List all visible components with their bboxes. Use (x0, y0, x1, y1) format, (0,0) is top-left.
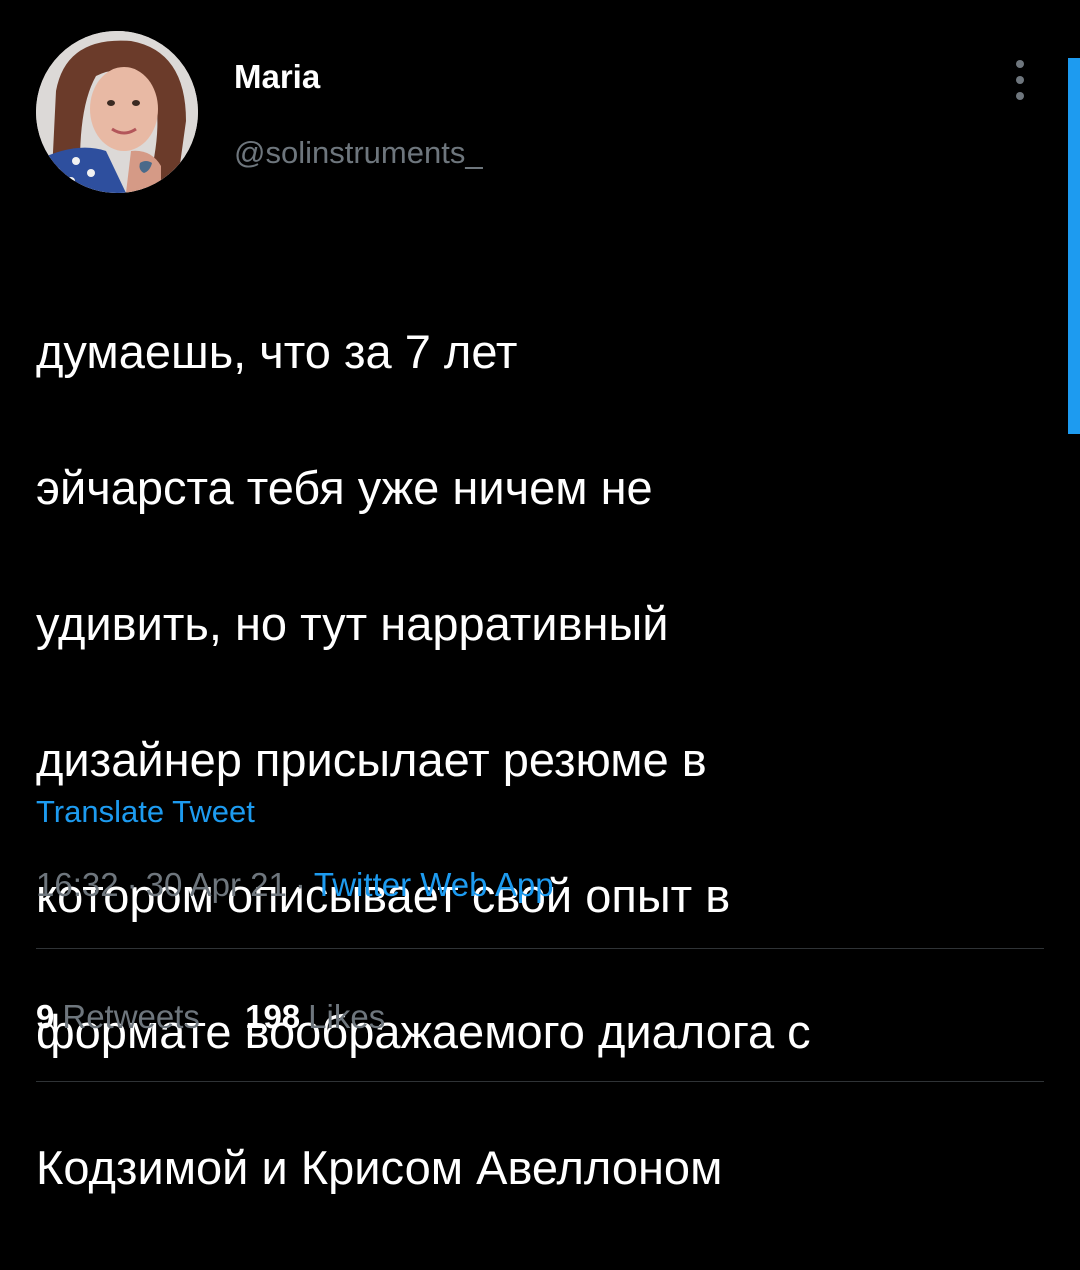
tweet-meta: 16:32 · 30 Apr 21 · Twitter Web App (36, 866, 554, 904)
more-options-button[interactable] (1006, 58, 1034, 102)
avatar-photo (36, 31, 198, 193)
retweets-stat[interactable]: 9 Retweets (36, 998, 200, 1036)
avatar[interactable] (36, 31, 198, 193)
tweet-stats: 9 Retweets 198 Likes (36, 998, 421, 1036)
tweet-text-line: думаешь, что за 7 лет (36, 325, 518, 378)
retweets-count: 9 (36, 998, 55, 1035)
tweet-text-line: эйчарста тебя уже ничем не (36, 461, 653, 514)
meta-separator: · (294, 866, 306, 903)
likes-stat[interactable]: 198 Likes (245, 998, 385, 1036)
author-handle[interactable]: @solinstruments_ (234, 135, 483, 171)
meta-separator: · (126, 866, 138, 903)
tweet-text-line: Кодзимой и Крисом Авеллоном (36, 1141, 723, 1194)
likes-count: 198 (245, 998, 301, 1035)
scrollbar[interactable] (1068, 58, 1080, 434)
tweet-source-link[interactable]: Twitter Web App (314, 866, 554, 903)
divider (36, 948, 1044, 949)
tweet-time[interactable]: 16:32 (36, 866, 119, 903)
more-vertical-icon (1016, 60, 1024, 68)
tweet-text: думаешь, что за 7 лет эйчарста тебя уже … (36, 250, 1046, 1270)
likes-label: Likes (308, 998, 386, 1035)
retweets-label: Retweets (62, 998, 200, 1035)
divider (36, 1081, 1044, 1082)
translate-tweet-link[interactable]: Translate Tweet (36, 794, 255, 830)
tweet-text-line: дизайнер присылает резюме в (36, 733, 707, 786)
tweet-text-line: удивить, но тут нарративный (36, 597, 669, 650)
tweet-date[interactable]: 30 Apr 21 (146, 866, 287, 903)
author-display-name[interactable]: Maria (234, 58, 320, 96)
